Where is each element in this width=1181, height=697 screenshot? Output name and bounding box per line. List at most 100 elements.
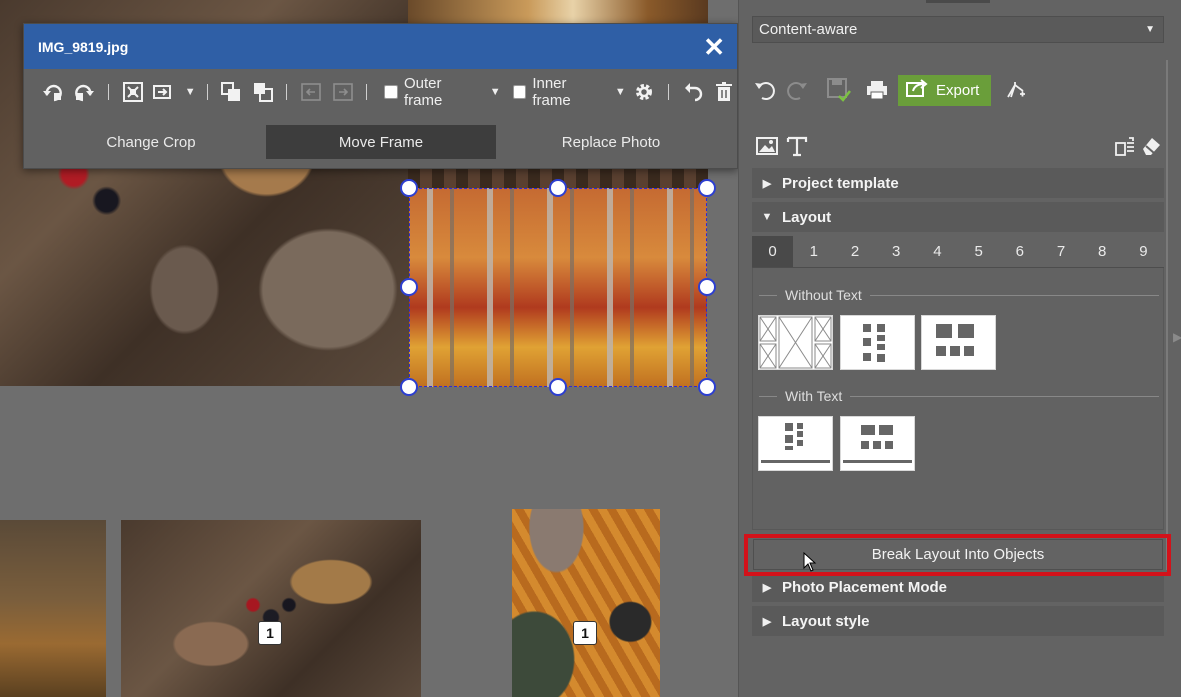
tab-change-crop[interactable]: Change Crop <box>36 125 266 159</box>
dialog-tab-bar: Change Crop Move Frame Replace Photo <box>24 115 737 169</box>
layout-templates-panel: Without Text With Text <box>752 268 1164 530</box>
layout-template[interactable] <box>758 416 833 471</box>
image-tool-icon[interactable] <box>754 133 780 159</box>
inner-frame-caret[interactable]: ▼ <box>615 86 626 98</box>
toolbar-separator <box>668 84 670 100</box>
inner-frame-checkbox[interactable] <box>512 85 527 99</box>
section-layout-style[interactable]: ▶ Layout style <box>752 606 1164 636</box>
align-icon[interactable] <box>151 79 176 105</box>
toolbar-separator <box>206 84 208 100</box>
group-label-text: With Text <box>785 388 843 404</box>
tab-move-frame[interactable]: Move Frame <box>266 125 496 159</box>
section-title: Photo Placement Mode <box>782 578 948 596</box>
collapse-arrow-icon: ▼ <box>761 211 773 223</box>
move-right-icon[interactable] <box>330 79 355 105</box>
trash-icon[interactable] <box>712 79 737 105</box>
close-icon[interactable]: ✕ <box>703 34 725 60</box>
resize-handle-right[interactable] <box>698 278 716 296</box>
outer-frame-label: Outer frame <box>403 75 443 109</box>
group-label-text: Without Text <box>785 287 862 303</box>
photo-edit-dialog: IMG_9819.jpg ✕ ▼ Outer frame ▼ Inner fra… <box>23 23 738 169</box>
resize-handle-bottom[interactable] <box>549 378 567 396</box>
layout-tab-5[interactable]: 5 <box>958 236 999 267</box>
layout-tab-3[interactable]: 3 <box>876 236 917 267</box>
section-title: Layout <box>782 208 832 226</box>
rotate-right-icon[interactable] <box>71 79 96 105</box>
rotate-left-icon[interactable] <box>40 79 65 105</box>
layout-tab-8[interactable]: 8 <box>1082 236 1123 267</box>
export-button[interactable]: Export <box>898 74 992 106</box>
move-left-icon[interactable] <box>298 79 323 105</box>
resize-handle-bottom-left[interactable] <box>400 378 418 396</box>
export-label: Export <box>936 81 980 99</box>
align-dropdown-caret[interactable]: ▼ <box>185 86 196 98</box>
send-back-icon[interactable] <box>250 79 275 105</box>
panel-top-tab <box>926 0 990 3</box>
redo-icon[interactable] <box>784 77 810 103</box>
layout-tab-7[interactable]: 7 <box>1040 236 1081 267</box>
chevron-down-icon: ▼ <box>1145 24 1155 35</box>
inner-frame-toggle[interactable]: Inner frame ▼ <box>512 75 626 109</box>
bring-front-icon[interactable] <box>219 79 244 105</box>
undo-icon[interactable] <box>680 79 705 105</box>
layout-tab-6[interactable]: 6 <box>999 236 1040 267</box>
layout-template[interactable] <box>921 315 996 370</box>
section-title: Layout style <box>782 612 870 630</box>
layout-template[interactable] <box>840 416 915 471</box>
expand-arrow-icon: ▶ <box>762 581 772 594</box>
resize-handle-top-left[interactable] <box>400 179 418 197</box>
layout-tab-9[interactable]: 9 <box>1123 236 1164 267</box>
layout-template[interactable] <box>840 315 915 370</box>
photo-usage-badge: 1 <box>258 621 282 645</box>
resize-handle-bottom-right[interactable] <box>698 378 716 396</box>
right-side-panel: ▶ Content-aware ▼ Export ▶ Project templ… <box>738 0 1181 697</box>
share-icon[interactable] <box>1003 77 1029 103</box>
outer-frame-checkbox[interactable] <box>384 85 398 99</box>
section-title: Project template <box>782 174 899 192</box>
dialog-titlebar[interactable]: IMG_9819.jpg ✕ <box>24 24 737 69</box>
eraser-icon[interactable] <box>1138 133 1164 159</box>
tab-replace-photo[interactable]: Replace Photo <box>496 125 726 159</box>
tools-row <box>754 132 1164 160</box>
thumbnail-forest-path[interactable] <box>0 520 106 697</box>
group-with-text-label: With Text <box>759 388 1159 404</box>
settings-icon[interactable] <box>632 79 657 105</box>
crop-mode-value: Content-aware <box>759 21 858 38</box>
layout-tab-2[interactable]: 2 <box>834 236 875 267</box>
undo-icon[interactable] <box>752 77 778 103</box>
print-icon[interactable] <box>864 77 890 103</box>
section-layout[interactable]: ▼ Layout <box>752 202 1164 232</box>
collapse-panel-icon[interactable]: ▶ <box>1173 330 1181 344</box>
thumbnail-sweater-camera[interactable] <box>512 509 660 697</box>
thumbnail-berries[interactable] <box>121 520 421 697</box>
mouse-pointer-icon <box>803 551 817 577</box>
section-project-template[interactable]: ▶ Project template <box>752 168 1164 198</box>
panel-scrollbar[interactable] <box>1166 60 1168 570</box>
layout-count-tabs: 0 1 2 3 4 5 6 7 8 9 <box>752 236 1164 268</box>
export-icon <box>906 78 928 102</box>
resize-handle-top[interactable] <box>549 179 567 197</box>
save-icon[interactable] <box>826 77 852 103</box>
text-tool-icon[interactable] <box>784 133 810 159</box>
toolbar-separator <box>286 84 288 100</box>
dialog-toolbar: ▼ Outer frame ▼ Inner frame ▼ <box>24 69 737 115</box>
outer-frame-caret[interactable]: ▼ <box>490 86 501 98</box>
outer-frame-toggle[interactable]: Outer frame ▼ <box>384 75 501 109</box>
toolbar-separator <box>366 84 368 100</box>
fit-frame-icon[interactable] <box>120 79 145 105</box>
dialog-title: IMG_9819.jpg <box>38 38 129 55</box>
layout-tab-1[interactable]: 1 <box>793 236 834 267</box>
canvas-area[interactable]: 1 1 IMG_9819.jpg ✕ ▼ Outer frame ▼ Inner… <box>0 0 738 697</box>
group-without-text-label: Without Text <box>759 287 1159 303</box>
resize-handle-left[interactable] <box>400 278 418 296</box>
top-strip-photo[interactable] <box>408 0 708 24</box>
toolbar-separator <box>107 84 109 100</box>
resize-handle-top-right[interactable] <box>698 179 716 197</box>
forest-photo-frame[interactable] <box>409 188 707 387</box>
expand-arrow-icon: ▶ <box>762 177 772 190</box>
layers-icon[interactable] <box>1112 133 1138 159</box>
layout-tab-4[interactable]: 4 <box>917 236 958 267</box>
layout-template[interactable] <box>758 315 833 370</box>
crop-mode-select[interactable]: Content-aware ▼ <box>752 16 1164 43</box>
layout-tab-0[interactable]: 0 <box>752 236 794 267</box>
